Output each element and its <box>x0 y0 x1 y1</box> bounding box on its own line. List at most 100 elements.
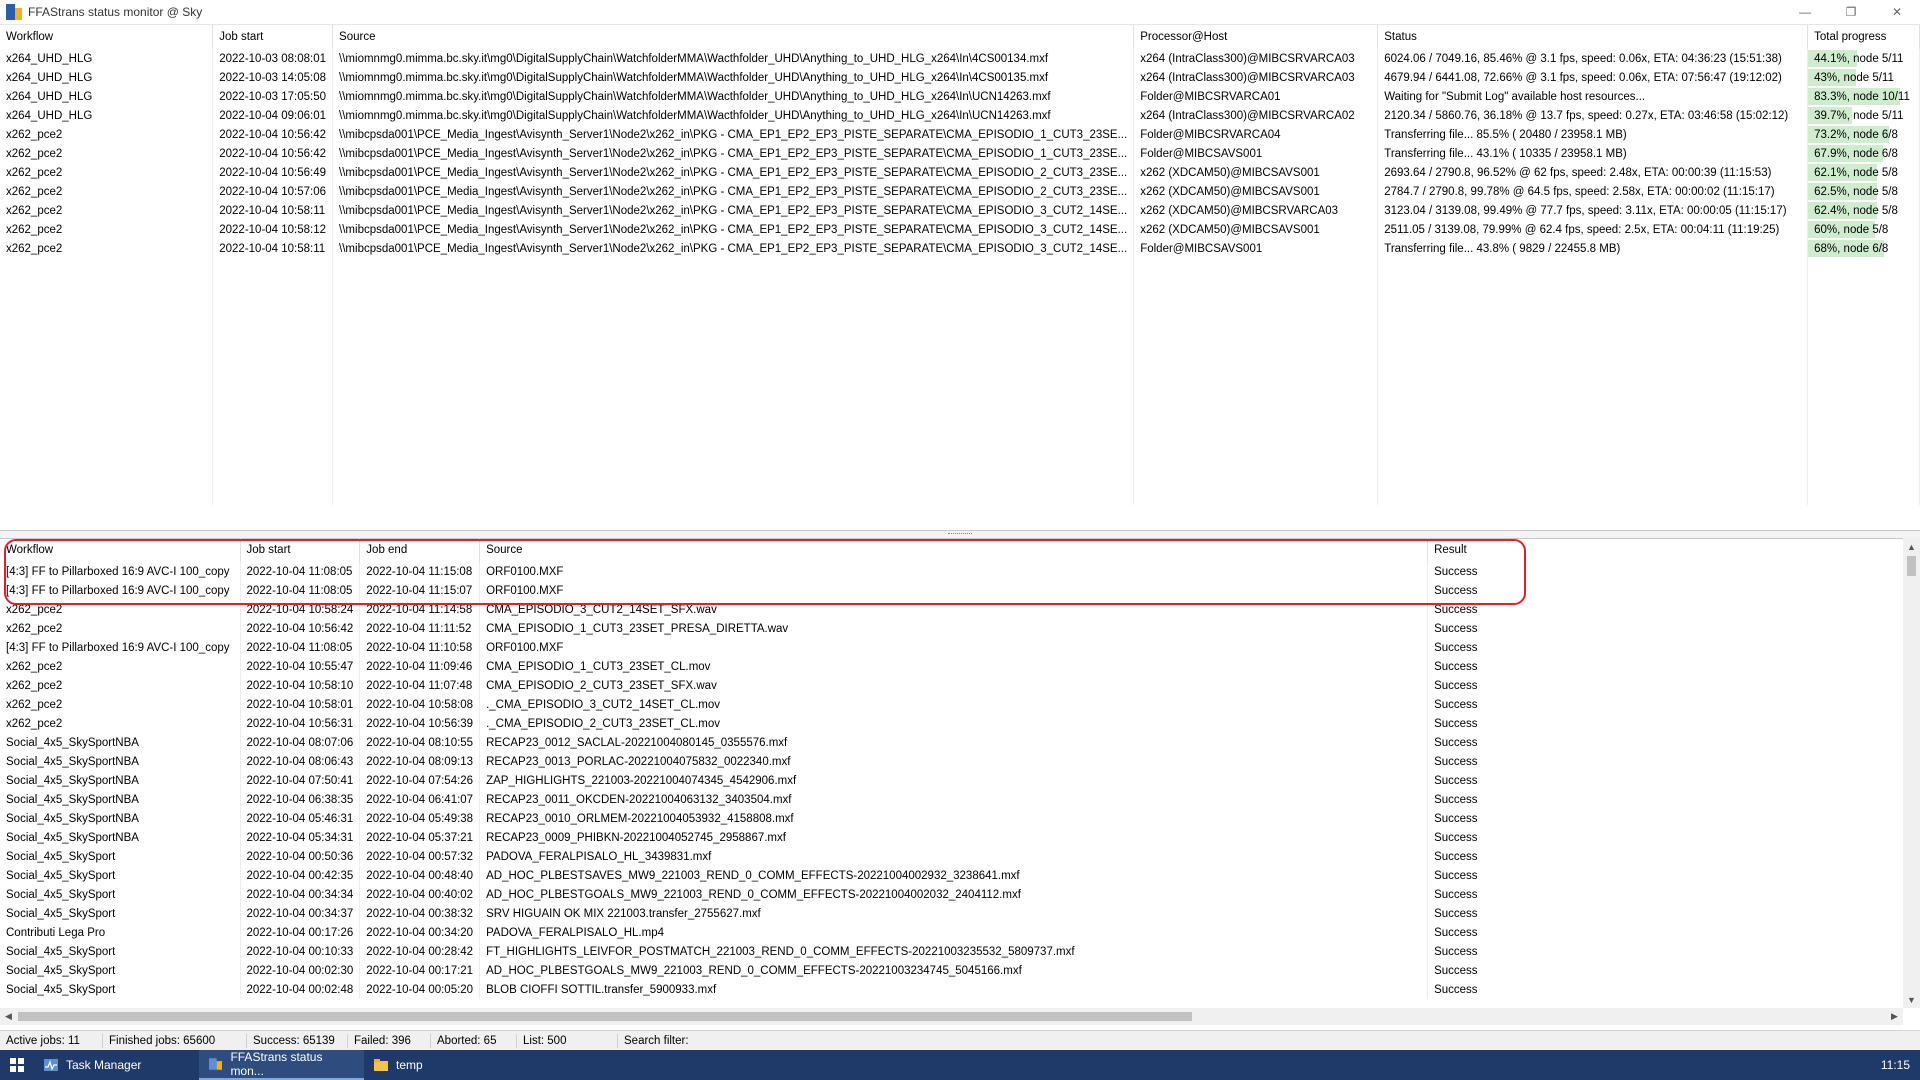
table-row[interactable]: Social_4x5_SkySportNBA 2022-10-04 07:50:4… <box>0 771 1914 790</box>
table-cell: 2022-10-04 11:08:05 <box>240 638 361 657</box>
table-row[interactable]: [4:3] FF to Pillarboxed 16:9 AVC-I 100_c… <box>0 638 1914 657</box>
table-cell: x262_pce2 <box>0 619 241 638</box>
empty-cell <box>1133 296 1379 315</box>
table-cell: x262_pce2 <box>0 714 241 733</box>
table-row[interactable]: Social_4x5_SkySport 2022-10-04 00:02:48 20… <box>0 980 1914 999</box>
table-row[interactable]: Social_4x5_SkySport 2022-10-04 00:42:35 20… <box>0 866 1914 885</box>
column-header[interactable]: Result <box>1427 538 1914 562</box>
horizontal-scrollbar[interactable]: ◀ ▶ <box>0 1008 1903 1025</box>
table-row[interactable]: Social_4x5_SkySportNBA 2022-10-04 06:38:3… <box>0 790 1914 809</box>
table-cell: x264 (IntraClass300)@MIBCSRVARCA03 <box>1133 68 1379 87</box>
scroll-down-icon[interactable]: ▼ <box>1903 991 1920 1008</box>
table-cell: ._CMA_EPISODIO_3_CUT2_14SET_CL.mov <box>479 695 1429 714</box>
table-cell: Success <box>1427 923 1914 942</box>
table-row[interactable]: x262_pce2 2022-10-04 10:56:42 2022-10-04 1… <box>0 619 1914 638</box>
table-row[interactable]: x262_pce2 2022-10-04 10:58:12 \\mibcpsda00… <box>0 220 1920 239</box>
column-header[interactable]: Status <box>1377 25 1809 49</box>
minimize-button[interactable]: — <box>1782 0 1828 24</box>
table-row[interactable]: x262_pce2 2022-10-04 10:56:31 2022-10-04 1… <box>0 714 1914 733</box>
table-row[interactable]: Social_4x5_SkySport 2022-10-04 00:34:37 20… <box>0 904 1914 923</box>
scroll-left-icon[interactable]: ◀ <box>0 1008 17 1025</box>
restore-button[interactable]: ❐ <box>1828 0 1874 24</box>
table-row[interactable]: x262_pce2 2022-10-04 10:58:24 2022-10-04 1… <box>0 600 1914 619</box>
table-row[interactable]: Social_4x5_SkySport 2022-10-04 00:02:30 20… <box>0 961 1914 980</box>
close-button[interactable]: ✕ <box>1874 0 1920 24</box>
table-row[interactable]: x262_pce2 2022-10-04 10:56:42 \\mibcpsda00… <box>0 125 1920 144</box>
table-row[interactable]: x264_UHD_HLG 2022-10-04 09:06:01 \\miomnmg… <box>0 106 1920 125</box>
table-cell: Success <box>1427 581 1914 600</box>
taskbar-temp-folder[interactable]: temp <box>364 1050 494 1080</box>
table-row[interactable]: x264_UHD_HLG 2022-10-03 17:05:50 \\miomnmg… <box>0 87 1920 106</box>
empty-row <box>0 334 1920 353</box>
column-header[interactable]: Processor@Host <box>1133 25 1379 49</box>
table-row[interactable]: x262_pce2 2022-10-04 10:55:47 2022-10-04 1… <box>0 657 1914 676</box>
table-row[interactable]: Social_4x5_SkySport 2022-10-04 00:50:36 20… <box>0 847 1914 866</box>
start-button[interactable] <box>0 1050 34 1080</box>
horizontal-scroll-thumb[interactable] <box>18 1012 1192 1021</box>
scroll-up-icon[interactable]: ▲ <box>1903 538 1920 555</box>
column-header[interactable]: Source <box>479 538 1429 562</box>
table-row[interactable]: Contributi Lega Pro 2022-10-04 00:17:26 20… <box>0 923 1914 942</box>
taskbar-task-manager[interactable]: Task Manager <box>34 1050 199 1080</box>
table-cell: 2022-10-04 08:07:06 <box>240 733 361 752</box>
vertical-scrollbar[interactable]: ▲ ▼ <box>1903 538 1920 1008</box>
table-row[interactable]: [4:3] FF to Pillarboxed 16:9 AVC-I 100_c… <box>0 562 1914 581</box>
table-cell: \\mibcpsda001\PCE_Media_Ingest\Avisynth_… <box>332 239 1135 258</box>
empty-cell <box>212 448 334 467</box>
table-cell: 2511.05 / 3139.08, 79.99% @ 62.4 fps, sp… <box>1377 220 1809 239</box>
table-row[interactable]: [4:3] FF to Pillarboxed 16:9 AVC-I 100_c… <box>0 581 1914 600</box>
table-row[interactable]: Social_4x5_SkySportNBA 2022-10-04 05:46:3… <box>0 809 1914 828</box>
table-cell: Social_4x5_SkySport <box>0 885 241 904</box>
table-row[interactable]: x262_pce2 2022-10-04 10:58:11 \\mibcpsda00… <box>0 239 1920 258</box>
column-header[interactable]: Job start <box>212 25 334 49</box>
empty-row <box>0 486 1920 505</box>
table-row[interactable]: x262_pce2 2022-10-04 10:56:49 \\mibcpsda00… <box>0 163 1920 182</box>
column-header[interactable]: Total progress <box>1807 25 1920 49</box>
progress-cell: 44.1%, node 5/11 <box>1807 49 1920 68</box>
active-jobs-count: Active jobs: 11 <box>0 1034 103 1048</box>
table-row[interactable]: x262_pce2 2022-10-04 10:58:11 \\mibcpsda00… <box>0 201 1920 220</box>
scroll-right-icon[interactable]: ▶ <box>1886 1008 1903 1025</box>
table-row[interactable]: x264_UHD_HLG 2022-10-03 08:08:01 \\miomnmg… <box>0 49 1920 68</box>
column-header[interactable]: Job end <box>359 538 481 562</box>
vertical-scroll-thumb[interactable] <box>1907 556 1916 576</box>
table-cell: 2022-10-04 11:07:48 <box>359 676 481 695</box>
table-row[interactable]: Social_4x5_SkySportNBA 2022-10-04 08:07:0… <box>0 733 1914 752</box>
success-count: Success: 65139 <box>247 1034 348 1048</box>
column-header[interactable]: Source <box>332 25 1135 49</box>
table-row[interactable]: Social_4x5_SkySportNBA 2022-10-04 05:34:3… <box>0 828 1914 847</box>
table-row[interactable]: Social_4x5_SkySportNBA 2022-10-04 08:06:4… <box>0 752 1914 771</box>
empty-cell <box>212 277 334 296</box>
table-row[interactable]: x262_pce2 2022-10-04 10:56:42 \\mibcpsda00… <box>0 144 1920 163</box>
taskbar-clock: 11:15 <box>1880 1058 1910 1072</box>
table-cell: Success <box>1427 942 1914 961</box>
empty-cell <box>1377 277 1809 296</box>
table-row[interactable]: x264_UHD_HLG 2022-10-03 14:05:08 \\miomnmg… <box>0 68 1920 87</box>
table-row[interactable]: Social_4x5_SkySport 2022-10-04 00:10:33 20… <box>0 942 1914 961</box>
table-cell: Social_4x5_SkySportNBA <box>0 809 241 828</box>
search-filter-label[interactable]: Search filter: <box>618 1034 830 1048</box>
table-cell: Social_4x5_SkySportNBA <box>0 828 241 847</box>
empty-cell <box>332 353 1135 372</box>
table-cell: 2022-10-04 10:55:47 <box>240 657 361 676</box>
table-cell: 2022-10-04 10:58:10 <box>240 676 361 695</box>
table-cell: Success <box>1427 619 1914 638</box>
table-row[interactable]: x262_pce2 2022-10-04 10:58:01 2022-10-04 1… <box>0 695 1914 714</box>
table-cell: \\mibcpsda001\PCE_Media_Ingest\Avisynth_… <box>332 182 1135 201</box>
column-header[interactable]: Workflow <box>0 538 241 562</box>
table-row[interactable]: Social_4x5_SkySport 2022-10-04 00:34:34 20… <box>0 885 1914 904</box>
table-row[interactable]: x262_pce2 2022-10-04 10:58:10 2022-10-04 1… <box>0 676 1914 695</box>
column-header[interactable]: Workflow <box>0 25 214 49</box>
table-cell: 2022-10-04 05:49:38 <box>359 809 481 828</box>
empty-row <box>0 410 1920 429</box>
column-header[interactable]: Job start <box>240 538 361 562</box>
table-cell: 2022-10-04 07:54:26 <box>359 771 481 790</box>
table-row[interactable]: x262_pce2 2022-10-04 10:57:06 \\mibcpsda00… <box>0 182 1920 201</box>
table-cell: 2022-10-04 11:15:07 <box>359 581 481 600</box>
table-cell: 2022-10-04 09:06:01 <box>212 106 334 125</box>
table-cell: 2022-10-04 10:58:11 <box>212 201 334 220</box>
aborted-count: Aborted: 65 <box>431 1034 517 1048</box>
taskbar-ffastrans[interactable]: FFAStrans status mon... <box>199 1050 364 1080</box>
table-cell: Social_4x5_SkySport <box>0 980 241 999</box>
table-cell: PADOVA_FERALPISALO_HL.mp4 <box>479 923 1429 942</box>
